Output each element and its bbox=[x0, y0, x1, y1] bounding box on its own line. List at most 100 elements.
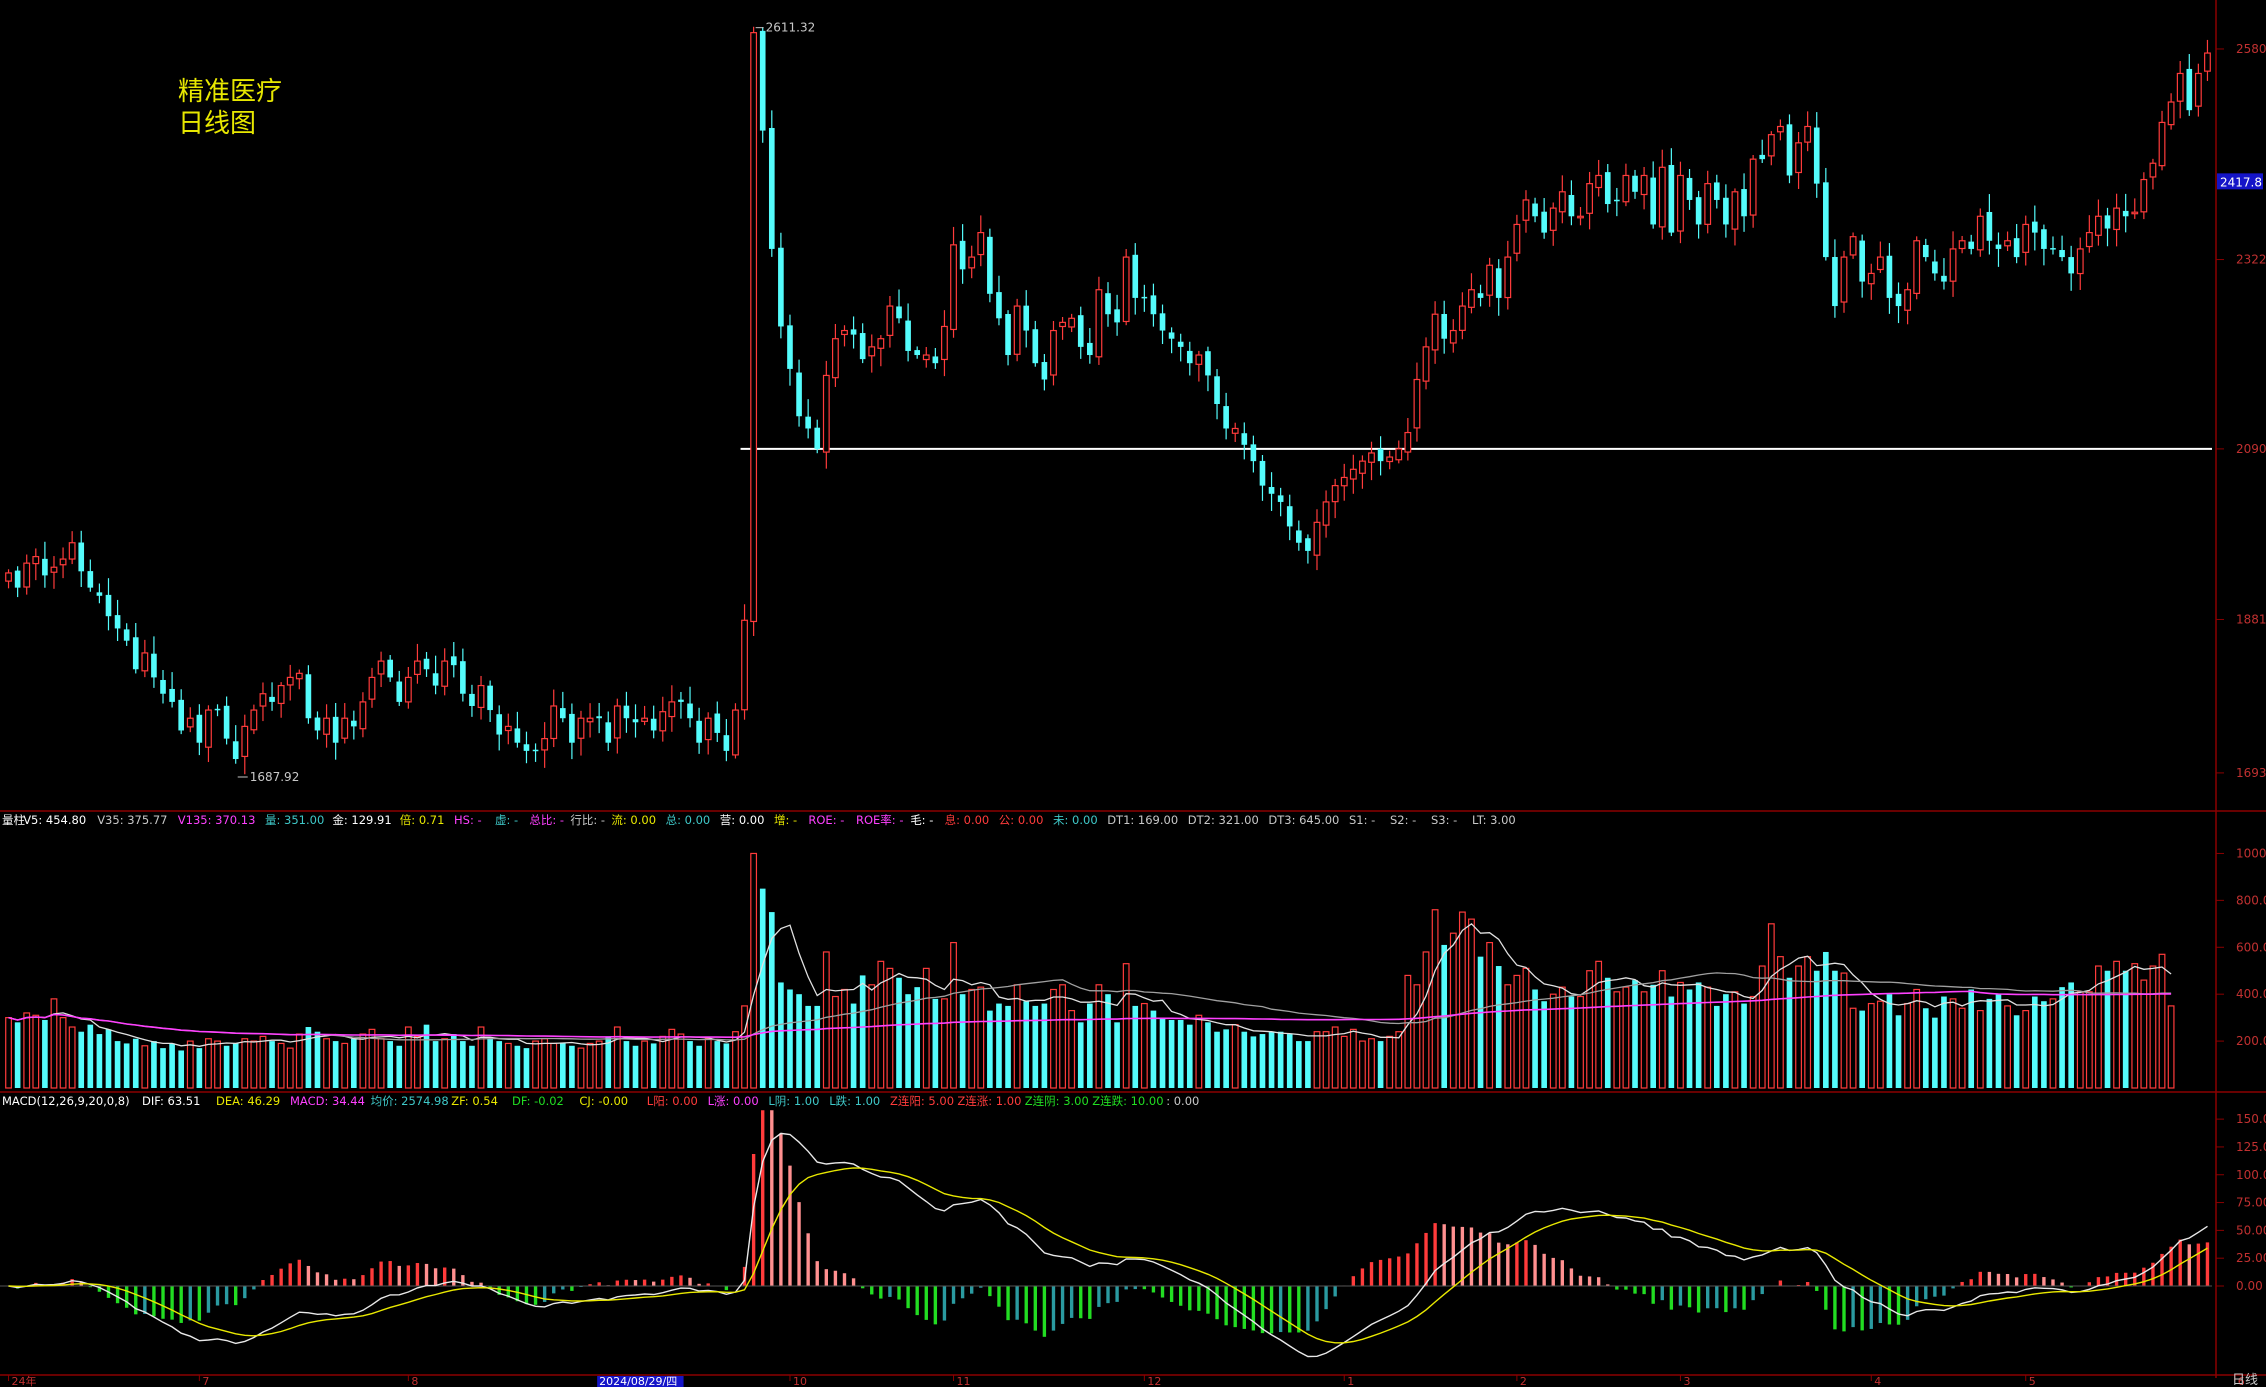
volume-bar-down bbox=[1568, 996, 1575, 1088]
period-label[interactable]: 日线 bbox=[2232, 1373, 2258, 1387]
candle-body-up bbox=[1059, 321, 1066, 328]
volume-header-item: 金: 129.91 bbox=[332, 813, 391, 827]
volume-bar-down bbox=[487, 1038, 493, 1088]
price-tick-label: 2090 bbox=[2236, 442, 2266, 456]
candle-body-down bbox=[105, 594, 112, 617]
volume-bar-up bbox=[1313, 1031, 1321, 1089]
candle-body-down bbox=[596, 716, 602, 719]
volume-bar-up bbox=[59, 1017, 67, 1089]
volume-bar-down bbox=[269, 1041, 275, 1088]
volume-bar-up bbox=[32, 1014, 40, 1089]
volume-bar-down bbox=[178, 1050, 185, 1088]
volume-bar-up bbox=[1231, 1024, 1239, 1089]
candle-body-down bbox=[678, 699, 684, 702]
candle-body-up bbox=[1386, 456, 1394, 463]
volume-bar-down bbox=[1305, 1041, 1311, 1088]
candle-body-up bbox=[968, 256, 976, 269]
candle-body-down bbox=[1713, 182, 1720, 200]
candle-body-down bbox=[559, 708, 566, 719]
volume-bar-down bbox=[96, 1034, 103, 1088]
volume-bar-up bbox=[1395, 1031, 1403, 1089]
candle-body-down bbox=[1832, 256, 1838, 307]
volume-bar-down bbox=[914, 987, 921, 1088]
candle-body-up bbox=[877, 338, 885, 349]
x-axis-label: 11 bbox=[957, 1375, 971, 1387]
candle-body-up bbox=[1849, 236, 1857, 256]
candle-body-down bbox=[605, 722, 612, 743]
candle-body-up bbox=[550, 705, 558, 740]
candle-body-up bbox=[2004, 240, 2011, 247]
volume-bar-down bbox=[87, 1024, 94, 1088]
macd-header-item: Z连阳: 5.00 bbox=[890, 1094, 954, 1108]
candle-body-down bbox=[714, 713, 721, 733]
volume-bar-down bbox=[223, 1045, 230, 1088]
volume-bar-down bbox=[632, 1045, 639, 1088]
volume-bar-up bbox=[1413, 984, 1421, 1089]
volume-bar-down bbox=[14, 1022, 21, 1088]
volume-header-item: 行比: - bbox=[570, 813, 605, 827]
candle-body-up bbox=[1640, 174, 1648, 196]
candle-body-down bbox=[532, 749, 539, 752]
volume-bar-up bbox=[741, 1005, 748, 1089]
candle-body-down bbox=[1268, 487, 1275, 494]
candle-body-down bbox=[1277, 495, 1284, 502]
volume-bar-down bbox=[650, 1043, 657, 1088]
volume-bar-down bbox=[1668, 996, 1675, 1088]
candle-body-up bbox=[323, 717, 330, 735]
volume-bar-down bbox=[1723, 994, 1729, 1088]
volume-bar-up bbox=[641, 1040, 649, 1089]
candle-body-up bbox=[2167, 101, 2175, 126]
volume-bar-up bbox=[1458, 911, 1466, 1089]
volume-bar-up bbox=[1513, 974, 1521, 1089]
candle-body-up bbox=[2076, 248, 2084, 275]
candle-body-down bbox=[1214, 376, 1220, 404]
stock-chart[interactable]: 2611.32 1687.92 量柱V5: 454.80 V35: 375.77 V1… bbox=[0, 0, 2266, 1387]
candle-body-up bbox=[1976, 215, 1984, 251]
candle-body-up bbox=[1958, 240, 1966, 250]
volume-bar-down bbox=[2122, 970, 2129, 1088]
macd-tick-label: 0.00 bbox=[2236, 1279, 2263, 1293]
volume-bar-down bbox=[132, 1038, 139, 1088]
volume-bar-up bbox=[2167, 1005, 2175, 1089]
candle-body-up bbox=[59, 558, 67, 566]
candle-body-up bbox=[277, 684, 285, 705]
candle-body-down bbox=[2122, 210, 2129, 217]
volume-bar-down bbox=[2059, 987, 2065, 1088]
volume-bar-up bbox=[68, 1026, 76, 1089]
candle-body-up bbox=[68, 542, 76, 560]
volume-bar-up bbox=[2131, 963, 2139, 1089]
candle-body-down bbox=[905, 320, 911, 351]
candle-body-down bbox=[1023, 305, 1030, 331]
candle-body-down bbox=[1668, 164, 1675, 233]
macd-header-item: MACD(12,26,9,20,0,8) bbox=[2, 1094, 130, 1108]
candle-body-up bbox=[868, 346, 876, 357]
macd-header-item: DF: -0.02 bbox=[512, 1094, 564, 1108]
candle-body-up bbox=[1368, 452, 1375, 463]
macd-header-item: MACD: 34.44 bbox=[290, 1094, 365, 1108]
price-high-label: 2611.32 bbox=[766, 21, 816, 35]
candle-body-up bbox=[941, 325, 948, 361]
volume-bar-down bbox=[423, 1024, 430, 1088]
x-axis-label: 7 bbox=[202, 1375, 209, 1387]
candle-body-down bbox=[96, 592, 103, 596]
volume-bar-down bbox=[314, 1031, 321, 1088]
volume-bar-up bbox=[2158, 953, 2166, 1089]
volume-bar-up bbox=[214, 1040, 221, 1089]
volume-bar-up bbox=[414, 1035, 421, 1089]
volume-bar-down bbox=[1813, 970, 1820, 1088]
candle-body-down bbox=[987, 236, 993, 294]
volume-header-item: 营: 0.00 bbox=[720, 813, 765, 827]
candle-body-down bbox=[759, 30, 766, 131]
volume-bar-down bbox=[2041, 1001, 2047, 1088]
volume-bar-down bbox=[896, 977, 902, 1088]
volume-bar-down bbox=[796, 994, 802, 1088]
candle-body-down bbox=[1259, 460, 1266, 486]
candle-body-down bbox=[768, 127, 775, 249]
volume-header-item: 息: 0.00 bbox=[945, 813, 990, 827]
volume-bar-down bbox=[1823, 951, 1829, 1088]
volume-bar-up bbox=[1368, 1038, 1375, 1089]
macd-tick-label: 75.00 bbox=[2236, 1196, 2266, 1210]
volume-bar-down bbox=[1786, 977, 1793, 1088]
candle-body-up bbox=[1050, 329, 1057, 376]
candle-body-down bbox=[432, 673, 439, 686]
